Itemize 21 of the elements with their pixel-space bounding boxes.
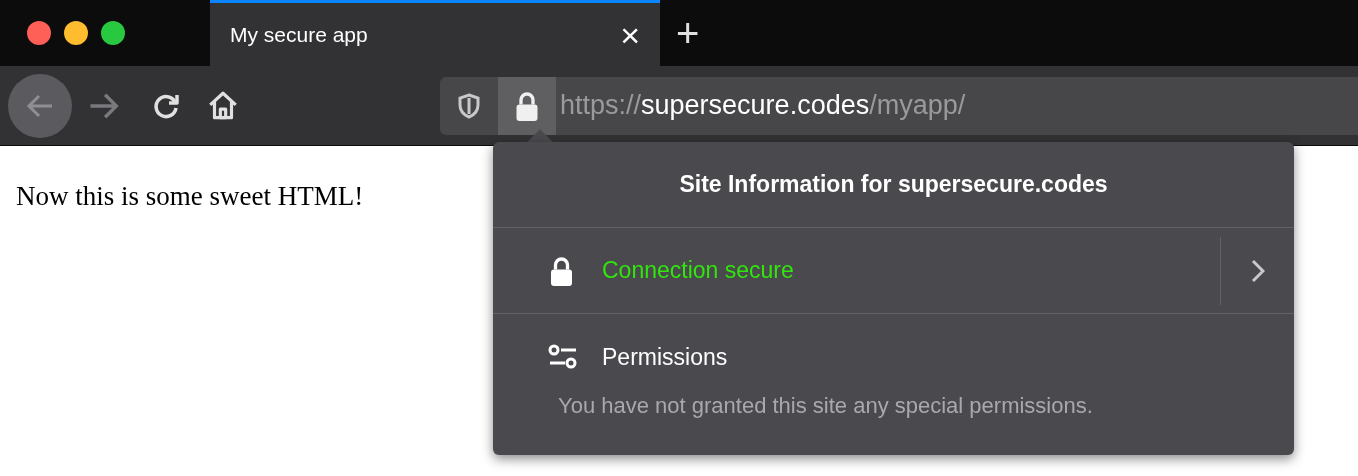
lock-icon xyxy=(515,90,539,121)
close-tab-button[interactable]: × xyxy=(620,17,640,52)
panel-title: Site Information for supersecure.codes xyxy=(679,170,1108,200)
connection-status: Connection secure xyxy=(602,256,795,286)
shield-icon[interactable] xyxy=(457,92,481,119)
site-info-button[interactable] xyxy=(498,76,556,135)
new-tab-button[interactable]: + xyxy=(676,13,700,53)
browser-tab[interactable]: My secure app × xyxy=(210,0,660,66)
window-control[interactable] xyxy=(101,21,125,45)
page-text: Now this is some sweet HTML! xyxy=(16,180,364,213)
connection-row[interactable]: Connection secure xyxy=(493,228,1294,314)
permissions-note: You have not granted this site any special permissions. xyxy=(558,391,1093,420)
permissions-icon xyxy=(548,344,578,371)
chevron-right-icon xyxy=(1250,258,1265,283)
window-control[interactable] xyxy=(27,21,51,45)
url-text: https://supersecure.codes/myapp/ xyxy=(560,89,966,123)
address-bar[interactable]: https://supersecure.codes/myapp/ xyxy=(440,76,1358,135)
tab-title: My secure app xyxy=(230,21,369,48)
connection-lock-icon xyxy=(549,255,574,286)
window-control[interactable] xyxy=(64,21,88,45)
permissions-label: Permissions xyxy=(602,343,728,372)
